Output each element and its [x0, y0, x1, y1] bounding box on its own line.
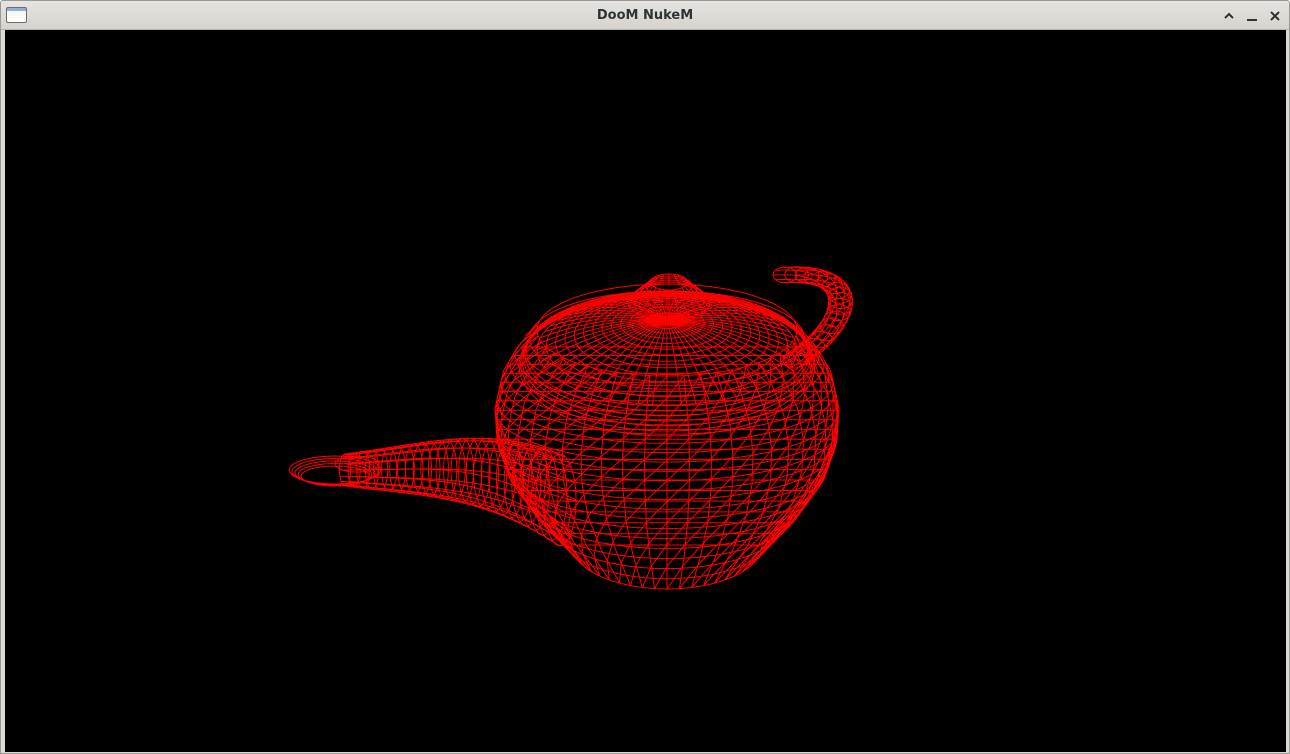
close-button[interactable]	[1265, 6, 1285, 26]
app-window: DooM NukeM	[0, 0, 1290, 754]
teapot-wireframe	[288, 266, 854, 590]
chevron-up-icon	[1224, 12, 1234, 19]
render-viewport[interactable]	[5, 30, 1286, 752]
title-bar[interactable]: DooM NukeM	[1, 1, 1289, 30]
teapot-mesh-lines	[288, 266, 854, 590]
close-icon	[1270, 11, 1280, 21]
window-title: DooM NukeM	[596, 8, 694, 23]
maximize-button[interactable]	[1219, 6, 1239, 26]
minimize-icon	[1247, 19, 1257, 21]
minimize-button[interactable]	[1242, 6, 1262, 26]
